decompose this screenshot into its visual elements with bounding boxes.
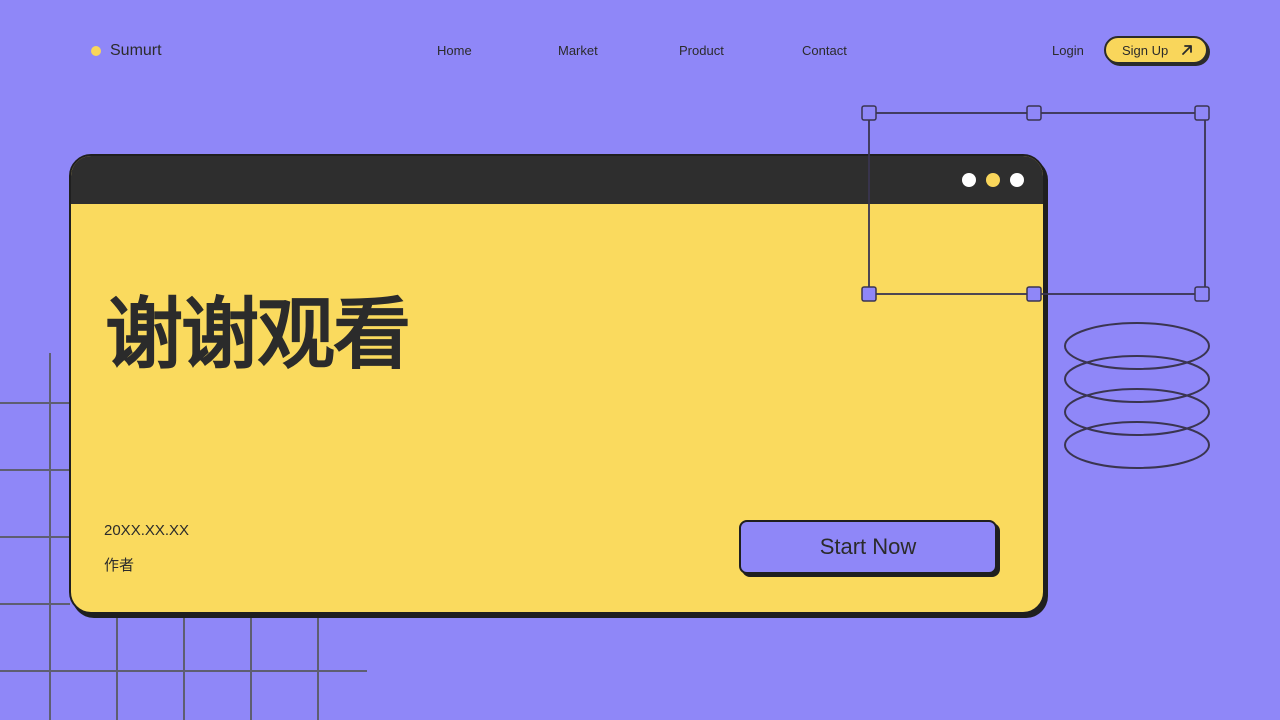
- brand-name: Sumurt: [110, 42, 162, 59]
- nav-contact[interactable]: Contact: [802, 43, 847, 58]
- window-dot-icon: [962, 173, 976, 187]
- nav-market[interactable]: Market: [558, 43, 598, 58]
- nav-product[interactable]: Product: [679, 43, 724, 58]
- window-titlebar: [71, 156, 1043, 204]
- nav-home[interactable]: Home: [437, 43, 472, 58]
- start-now-button[interactable]: Start Now: [739, 520, 997, 574]
- window-dot-icon: [1010, 173, 1024, 187]
- signup-button[interactable]: Sign Up: [1104, 36, 1208, 64]
- author-text: 作者: [104, 556, 135, 574]
- stacked-rings-decoration: [1064, 322, 1210, 469]
- window-dot-icon: [986, 173, 1000, 187]
- date-text: 20XX.XX.XX: [104, 522, 190, 539]
- signup-label: Sign Up: [1122, 42, 1169, 58]
- brand-dot-icon: [91, 46, 101, 56]
- brand-logo[interactable]: Sumurt: [91, 42, 162, 60]
- arrow-up-right-icon: [1182, 45, 1192, 55]
- page-title: 谢谢观看: [105, 290, 411, 380]
- browser-window-card: 谢谢观看 20XX.XX.XX 作者 Start Now: [69, 154, 1045, 614]
- login-link[interactable]: Login: [1052, 43, 1084, 58]
